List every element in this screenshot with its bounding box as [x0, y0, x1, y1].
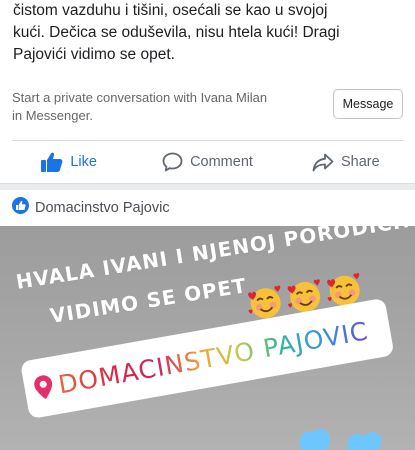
post-text-line: kući. Dečica se oduševila, nisu htela ku…: [13, 24, 340, 41]
share-arrow-icon: [312, 153, 334, 172]
post-text-line: Pajovići vidimo se opet.: [13, 46, 175, 63]
divider: [12, 140, 403, 141]
post-body-text: čistom vazduhu i tišini, osećali se kao …: [13, 0, 408, 66]
share-label: Share: [340, 154, 380, 170]
thumbs-up-icon: [41, 152, 63, 172]
shared-page-header[interactable]: Domacinstvo Pajovic: [0, 191, 415, 225]
comment-bubble-icon: [162, 152, 183, 172]
post-actions-bar: Like Comment Share: [0, 143, 415, 181]
location-label: DOMACINSTVO PAJOVIC: [56, 315, 371, 399]
page-name: Domacinstvo Pajovic: [35, 200, 170, 216]
story-image[interactable]: HVALA IVANI I NJENOJ PORODICI! VIDIMO SE…: [0, 226, 415, 450]
comment-label: Comment: [190, 154, 253, 170]
location-pin-icon: [34, 375, 53, 400]
comment-button[interactable]: Comment: [138, 143, 276, 181]
section-divider: [0, 183, 415, 190]
share-button[interactable]: Share: [277, 143, 415, 181]
messenger-text-line: Start a private conversation with Ivana …: [12, 90, 268, 105]
messenger-text-line: in Messenger.: [12, 108, 93, 123]
post-text-line: čistom vazduhu i tišini, osećali se kao …: [13, 2, 328, 19]
like-badge-icon: [12, 197, 29, 219]
message-button[interactable]: Message: [333, 89, 403, 119]
like-button[interactable]: Like: [0, 143, 138, 181]
heart-sticker-icon: [299, 429, 382, 450]
messenger-prompt-text: Start a private conversation with Ivana …: [12, 89, 332, 125]
like-label: Like: [70, 154, 97, 170]
messenger-prompt: Start a private conversation with Ivana …: [0, 85, 415, 127]
